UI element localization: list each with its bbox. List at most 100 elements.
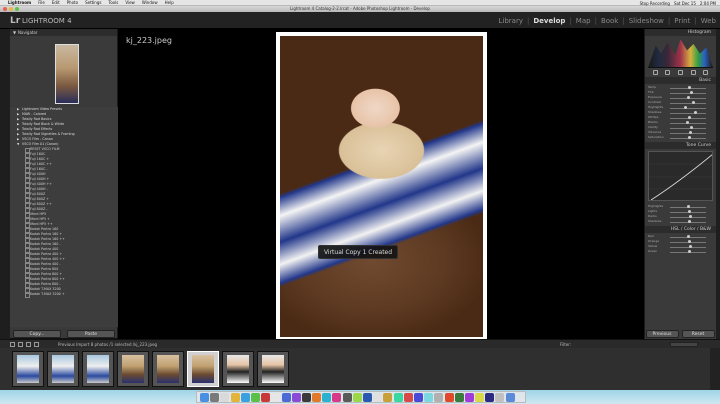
navigator-preview[interactable]: [10, 36, 117, 106]
tone-curve-header[interactable]: Tone Curve: [645, 142, 716, 149]
dock-app-icon[interactable]: [505, 392, 515, 402]
slider-row[interactable]: Temp: [648, 85, 713, 90]
dock-app-icon[interactable]: [342, 392, 352, 402]
module-slideshow[interactable]: Slideshow: [629, 17, 664, 25]
filmstrip-thumbnail[interactable]: [152, 351, 184, 387]
dock-app-icon[interactable]: [200, 392, 209, 402]
paste-button[interactable]: Paste: [67, 330, 115, 338]
back-arrow-icon[interactable]: [26, 342, 31, 347]
menu-photo[interactable]: Photo: [67, 0, 78, 5]
crop-icon[interactable]: [652, 70, 658, 75]
recording-status[interactable]: Stop Recording: [640, 1, 670, 6]
dock-app-icon[interactable]: [495, 392, 505, 402]
filter-select[interactable]: [670, 342, 698, 347]
slider-row[interactable]: Lights: [648, 209, 713, 214]
dock-app-icon[interactable]: [393, 392, 403, 402]
slider-row[interactable]: Highlights: [648, 204, 713, 209]
secondary-window-icon[interactable]: [18, 342, 23, 347]
dock-app-icon[interactable]: [464, 392, 474, 402]
graduated-filter-icon[interactable]: [690, 70, 696, 75]
dock-app-icon[interactable]: [424, 392, 434, 402]
dock-app-icon[interactable]: [454, 392, 464, 402]
dock-app-icon[interactable]: [312, 392, 322, 402]
close-icon[interactable]: [3, 7, 7, 11]
module-web[interactable]: Web: [701, 17, 716, 25]
filmstrip-thumbnail[interactable]: [187, 351, 219, 387]
dock-app-icon[interactable]: [240, 392, 250, 402]
menu-tools[interactable]: Tools: [108, 0, 118, 5]
slider-knob[interactable]: [689, 131, 692, 134]
slider-knob[interactable]: [688, 86, 691, 89]
slider-row[interactable]: Shadows: [648, 219, 713, 224]
dock-app-icon[interactable]: [363, 392, 372, 402]
slider-row[interactable]: Orange: [648, 239, 713, 244]
spot-removal-icon[interactable]: [665, 70, 671, 75]
module-develop[interactable]: Develop: [533, 17, 565, 25]
hsl-header[interactable]: HSL / Color / B&W: [645, 226, 716, 233]
preset-child[interactable]: Kodak T-MAX 3200 +: [10, 292, 118, 298]
forward-arrow-icon[interactable]: [34, 342, 39, 347]
zoom-icon[interactable]: [15, 7, 19, 11]
copy-button[interactable]: Copy...: [13, 330, 61, 338]
dock-app-icon[interactable]: [383, 392, 393, 402]
dock-app-icon[interactable]: [475, 392, 485, 402]
dock-app-icon[interactable]: [413, 392, 423, 402]
slider-knob[interactable]: [687, 96, 690, 99]
slider-knob[interactable]: [688, 220, 691, 223]
slider-knob[interactable]: [692, 101, 695, 104]
dock-app-icon[interactable]: [220, 392, 230, 402]
filmstrip-thumbnail[interactable]: [47, 351, 79, 387]
dock-app-icon[interactable]: [322, 392, 332, 402]
menu-file[interactable]: File: [38, 0, 45, 5]
filmstrip-scroll[interactable]: [710, 348, 720, 390]
dock-app-icon[interactable]: [403, 392, 413, 402]
slider-knob[interactable]: [690, 126, 693, 129]
tone-curve-graph[interactable]: [648, 151, 713, 201]
minimize-icon[interactable]: [9, 7, 13, 11]
module-map[interactable]: Map: [576, 17, 591, 25]
dock-app-icon[interactable]: [373, 392, 383, 402]
reset-button[interactable]: Reset: [681, 330, 715, 338]
histogram-header[interactable]: Histogram: [645, 29, 716, 36]
dock-app-icon[interactable]: [444, 392, 454, 402]
dock-app-icon[interactable]: [210, 392, 220, 402]
filmstrip-thumbnail[interactable]: [117, 351, 149, 387]
filmstrip-thumbnail[interactable]: [82, 351, 114, 387]
slider-knob[interactable]: [687, 235, 690, 238]
slider-knob[interactable]: [689, 215, 692, 218]
dock-app-icon[interactable]: [332, 392, 342, 402]
module-book[interactable]: Book: [601, 17, 618, 25]
dock-app-icon[interactable]: [281, 392, 291, 402]
slider-knob[interactable]: [689, 245, 692, 248]
dock-app-icon[interactable]: [352, 392, 362, 402]
menu-app[interactable]: Lightroom: [8, 0, 31, 5]
previous-button[interactable]: Previous: [645, 330, 679, 338]
dock-app-icon[interactable]: [485, 392, 495, 402]
red-eye-icon[interactable]: [677, 70, 683, 75]
menu-help[interactable]: Help: [165, 0, 174, 5]
menu-settings[interactable]: Settings: [85, 0, 101, 5]
slider-knob[interactable]: [688, 210, 691, 213]
slider-knob[interactable]: [684, 106, 687, 109]
dock-app-icon[interactable]: [291, 392, 301, 402]
menu-view[interactable]: View: [125, 0, 135, 5]
slider-knob[interactable]: [688, 136, 691, 139]
adjustment-brush-icon[interactable]: [703, 70, 709, 75]
dock-app-icon[interactable]: [434, 392, 444, 402]
menu-edit[interactable]: Edit: [52, 0, 60, 5]
slider-knob[interactable]: [687, 205, 690, 208]
filmstrip-thumbnail[interactable]: [12, 351, 44, 387]
dock-app-icon[interactable]: [230, 392, 240, 402]
filmstrip-thumbnail[interactable]: [222, 351, 254, 387]
dock-app-icon[interactable]: [261, 392, 271, 402]
slider-row[interactable]: Saturation: [648, 135, 713, 140]
menu-window[interactable]: Window: [142, 0, 158, 5]
navigator-header[interactable]: ▼ Navigator: [10, 29, 117, 36]
slider-knob[interactable]: [688, 240, 691, 243]
slider-row[interactable]: Yellow: [648, 244, 713, 249]
module-library[interactable]: Library: [499, 17, 523, 25]
dock-app-icon[interactable]: [301, 392, 311, 402]
slider-knob[interactable]: [690, 91, 693, 94]
slider-knob[interactable]: [686, 121, 689, 124]
module-print[interactable]: Print: [674, 17, 690, 25]
